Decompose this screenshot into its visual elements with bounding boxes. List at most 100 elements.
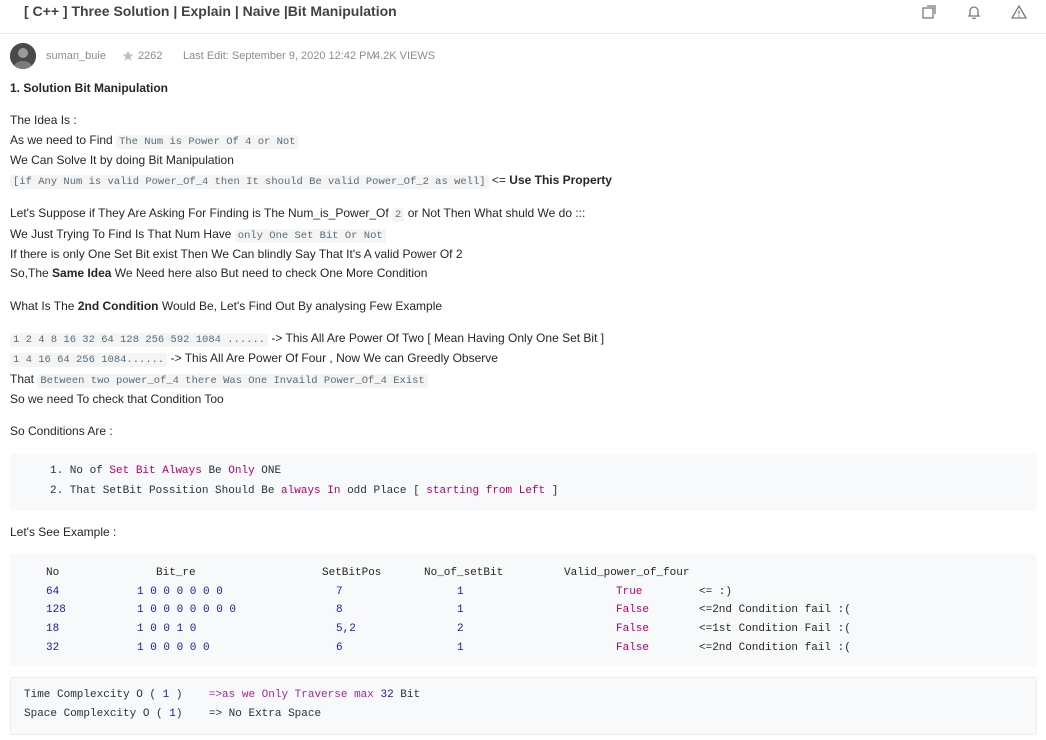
table-cell: False (616, 623, 650, 636)
view-count: 4.2K VIEWS (374, 50, 436, 62)
table-cell: 8 (336, 604, 343, 617)
code-token: =>as we Only Traverse max (208, 689, 381, 701)
code-token: Set Bit (109, 465, 156, 477)
text-line: What Is The 2nd Condition Would Be, Let'… (10, 297, 442, 316)
code-token: ] (545, 485, 559, 497)
text-line: If there is only One Set Bit exist Then … (10, 247, 463, 261)
avatar[interactable] (10, 43, 36, 69)
inline-code: Between two power_of_4 there Was One Inv… (37, 374, 428, 388)
text: Would Be, Let's Find Out By analysing Fe… (161, 299, 443, 313)
table-cell: False (616, 641, 650, 654)
bell-icon[interactable] (966, 4, 982, 20)
code-token: 2. That SetBit Possition Should Be (50, 485, 282, 497)
time-complexity-line: Time Complexcity O ( 1 ) =>as we Only Tr… (24, 689, 420, 701)
table-cell: 7 (336, 585, 343, 598)
last-edit: Last Edit: September 9, 2020 12:42 PM (183, 50, 376, 62)
post-meta: suman_buie 2262 Last Edit: September 9, … (10, 42, 910, 70)
code-token: Bit (393, 689, 421, 701)
code-token: Time Complexcity O ( (24, 689, 163, 701)
user-avatar-icon (10, 43, 36, 69)
bold-text: 2nd Condition (77, 299, 159, 313)
text: <= (491, 173, 506, 187)
text: -> This All Are Power Of Two [ Mean Havi… (271, 331, 605, 345)
post-title: [ C++ ] Three Solution | Explain | Naive… (24, 3, 397, 19)
condition-line-1: 1. No of Set Bit Always Be Only ONE (50, 465, 281, 477)
text-line: Let's Suppose if They Are Asking For Fin… (10, 204, 585, 225)
table-cell: 1 0 0 0 0 0 (137, 641, 210, 654)
table-cell: <=2nd Condition fail :( (699, 641, 851, 654)
text-line: [if Any Num is valid Power_Of_4 then It … (10, 171, 612, 192)
text-line: 1 2 4 8 16 32 64 128 256 592 1084 ......… (10, 329, 604, 350)
code-token: Always (162, 465, 202, 477)
code-token: starting (426, 485, 480, 497)
code-token: Left (518, 485, 546, 497)
inline-code: 1 4 16 64 256 1084...... (10, 353, 168, 367)
bold-text: Same Idea (52, 266, 112, 280)
table-cell: 1 (457, 585, 464, 598)
inline-code: [if Any Num is valid Power_Of_4 then It … (10, 175, 489, 189)
text: So,The (10, 266, 49, 280)
code-token: ) (169, 689, 209, 701)
code-token: ) (175, 708, 209, 720)
text-line: So Conditions Are : (10, 424, 113, 438)
post-header: [ C++ ] Three Solution | Explain | Naive… (0, 0, 1046, 34)
table-cell: True (616, 585, 643, 598)
text: That (10, 372, 35, 386)
table-row: 128 1 0 0 0 0 0 0 0 8 1 False <=2nd Cond… (46, 601, 851, 620)
table-cell: 2 (457, 623, 464, 636)
table-cell: 1 (457, 604, 464, 617)
table-cell: 128 (46, 604, 66, 617)
table-cell: 1 0 0 1 0 (137, 623, 197, 636)
username-link[interactable]: suman_buie (46, 50, 106, 62)
bold-text: Use This Property (509, 173, 612, 187)
table-cell: 1 (457, 641, 464, 654)
share-icon[interactable] (921, 4, 937, 20)
table-row: 18 1 0 0 1 0 5,2 2 False <=1st Condition… (46, 620, 851, 639)
code-token: 32 (380, 689, 394, 701)
section-heading: 1. Solution Bit Manipulation (10, 81, 168, 95)
space-complexity-line: Space Complexcity O ( 1) => No Extra Spa… (24, 708, 321, 720)
table-cell: 1 0 0 0 0 0 0 0 (137, 604, 237, 617)
code-token: 1. No of (50, 465, 110, 477)
column-header: No (46, 567, 60, 580)
table-row: 64 1 0 0 0 0 0 0 7 1 True <= :) (46, 583, 851, 602)
inline-code: 2 (392, 208, 405, 222)
text: We Need here also But need to check One … (114, 266, 428, 280)
table-header-row: No Bit_re SetBitPos No_of_setBit Valid_p… (46, 564, 851, 583)
text: -> This All Are Power Of Four , Now We c… (170, 351, 498, 365)
table-cell: 5,2 (336, 623, 356, 636)
report-icon[interactable] (1011, 4, 1027, 20)
code-token: In (327, 485, 341, 497)
text: As we need to Find (10, 133, 113, 147)
code-token: Space Complexcity O ( (24, 708, 170, 720)
code-token: Be (201, 465, 229, 477)
text: or Not Then What shuld We do ::: (407, 206, 586, 220)
code-token: ONE (254, 465, 282, 477)
text-line: We Just Trying To Find Is That Num Have … (10, 225, 386, 246)
code-token: always (281, 485, 321, 497)
table-cell: <=2nd Condition fail :( (699, 604, 851, 617)
text-line: The Idea Is : (10, 113, 77, 127)
column-header: No_of_setBit (424, 567, 504, 580)
table-cell: 1 0 0 0 0 0 0 (137, 585, 223, 598)
text-line: 1 4 16 64 256 1084...... -> This All Are… (10, 349, 498, 370)
text: Let's Suppose if They Are Asking For Fin… (10, 206, 389, 220)
code-token: => No Extra Space (208, 708, 322, 720)
condition-line-2: 2. That SetBit Possition Should Be alway… (50, 485, 558, 497)
text-line: Let's See Example : (10, 525, 117, 539)
column-header: Valid_power_of_four (564, 567, 690, 580)
text: What Is The (10, 299, 75, 313)
conditions-code-block: 1. No of Set Bit Always Be Only ONE 2. T… (10, 454, 1037, 511)
inline-code: The Num is Power Of 4 or Not (116, 135, 299, 149)
example-code-block: No Bit_re SetBitPos No_of_setBit Valid_p… (10, 554, 1037, 666)
text-line: So,The Same Idea We Need here also But n… (10, 264, 427, 283)
column-header (699, 564, 851, 583)
reputation: 2262 (138, 50, 163, 62)
column-header: Bit_re (156, 567, 196, 580)
column-header: SetBitPos (322, 567, 382, 580)
table-cell: 6 (336, 641, 343, 654)
table-cell: 18 (46, 623, 60, 636)
code-token: odd Place [ (340, 485, 427, 497)
